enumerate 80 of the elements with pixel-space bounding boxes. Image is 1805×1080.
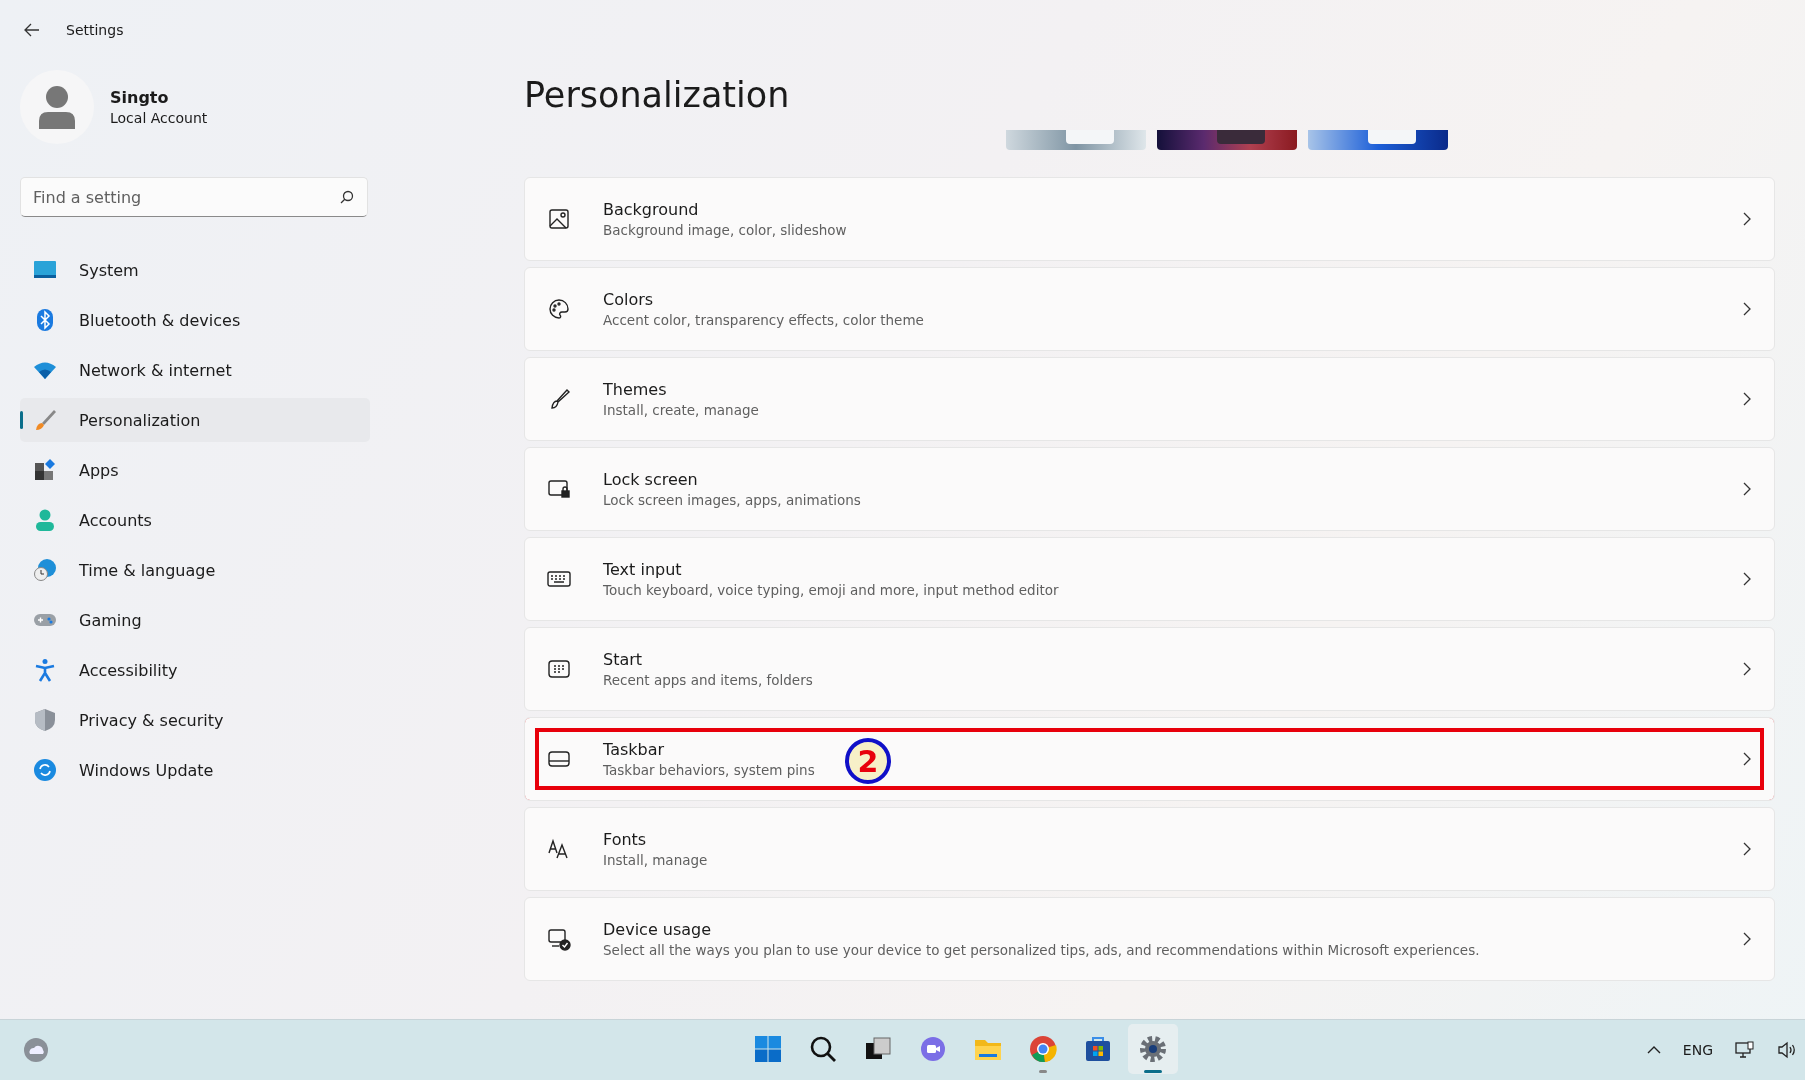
theme-preview[interactable] — [1308, 130, 1448, 150]
account-name: Singto — [110, 88, 170, 107]
fonts-icon — [547, 837, 571, 861]
chevron-icon — [1742, 842, 1752, 856]
weather-icon[interactable] — [22, 1036, 50, 1064]
sidebar-item[interactable]: Privacy & security — [20, 698, 370, 742]
account-type: Local Account — [110, 110, 208, 126]
settings-row[interactable]: Text input Touch keyboard, voice typing, emoji and more, input method editor — [524, 537, 1775, 621]
setting-description: Install, manage — [603, 852, 708, 868]
chevron-icon — [1742, 212, 1752, 226]
lock-icon — [547, 477, 571, 501]
setting-title: Background — [603, 200, 699, 219]
annotation-badge: 2 — [845, 738, 891, 784]
four-squares-icon — [753, 1034, 783, 1064]
search-icon — [808, 1034, 838, 1064]
window-title: Settings — [66, 22, 124, 38]
setting-title: Taskbar — [603, 740, 665, 759]
chevron-icon — [1742, 392, 1752, 406]
device-icon — [547, 927, 571, 951]
setting-description: Install, create, manage — [603, 402, 759, 418]
language-indicator[interactable]: ENG — [1682, 1042, 1713, 1058]
start-icon — [547, 657, 571, 681]
settings-row[interactable]: Start Recent apps and items, folders — [524, 627, 1775, 711]
image-icon — [547, 207, 571, 231]
browser-icon — [1028, 1034, 1058, 1064]
settings-row[interactable]: Taskbar Taskbar behaviors, system pins 2 — [524, 717, 1775, 801]
setting-description: Taskbar behaviors, system pins — [603, 762, 815, 778]
setting-title: Text input — [603, 560, 682, 579]
volume-icon[interactable] — [1777, 1041, 1797, 1059]
settings-row[interactable]: Background Background image, color, slideshow — [524, 177, 1775, 261]
setting-description: Select all the ways you plan to use your device to get personalized tips, ads, and recommendations within Microsoft experiences. — [603, 942, 1480, 958]
time-icon — [33, 558, 57, 582]
sidebar-item[interactable]: Personalization — [20, 398, 370, 442]
palette-icon — [547, 297, 571, 321]
sidebar-item[interactable]: Gaming — [20, 598, 370, 642]
sidebar-item[interactable]: Accounts — [20, 498, 370, 542]
settings-row[interactable]: Lock screen Lock screen images, apps, animations — [524, 447, 1775, 531]
accessibility-icon — [33, 658, 57, 682]
sidebar-item[interactable]: System — [20, 248, 370, 292]
setting-title: Colors — [603, 290, 654, 309]
settings-row[interactable]: Device usage Select all the ways you plan to use your device to get personalized tips, ads, and recommendations within Microsoft experiences. — [524, 897, 1775, 981]
setting-title: Lock screen — [603, 470, 698, 489]
setting-title: Themes — [603, 380, 667, 399]
chevron-icon — [1742, 572, 1752, 586]
network-icon[interactable] — [1735, 1041, 1755, 1059]
settings-taskbar-button[interactable] — [1128, 1024, 1178, 1074]
setting-title: Fonts — [603, 830, 647, 849]
settings-icon — [1138, 1034, 1168, 1064]
settings-row[interactable]: Fonts Install, manage — [524, 807, 1775, 891]
chevron-icon — [1742, 662, 1752, 676]
brush-icon — [33, 408, 57, 432]
sidebar-item[interactable]: Time & language — [20, 548, 370, 592]
sidebar-item[interactable]: Windows Update — [20, 748, 370, 792]
accounts-icon — [33, 508, 57, 532]
settings-row[interactable]: Colors Accent color, transparency effects, color theme — [524, 267, 1775, 351]
page-title: Personalization — [524, 74, 791, 116]
search-field[interactable]: Find a setting — [20, 177, 368, 217]
sidebar-item[interactable]: Apps — [20, 448, 370, 492]
chevron-icon — [1742, 752, 1752, 766]
chevron-icon — [1742, 482, 1752, 496]
sidebar-item[interactable]: Bluetooth & devices — [20, 298, 370, 342]
chevron-icon — [1742, 932, 1752, 946]
setting-title: Device usage — [603, 920, 712, 939]
setting-title: Start — [603, 650, 643, 669]
setting-description: Lock screen images, apps, animations — [603, 492, 861, 508]
privacy-icon — [33, 708, 57, 732]
sidebar-item[interactable]: Accessibility — [20, 648, 370, 692]
setting-description: Recent apps and items, folders — [603, 672, 813, 688]
chevron-icon — [1742, 302, 1752, 316]
chevron-up-icon[interactable] — [1646, 1045, 1661, 1055]
update-icon — [33, 758, 57, 782]
search-icon — [340, 190, 354, 204]
apps-icon — [33, 458, 57, 482]
setting-description: Accent color, transparency effects, color theme — [603, 312, 924, 328]
setting-description: Touch keyboard, voice typing, emoji and more, input method editor — [603, 582, 1059, 598]
settings-row[interactable]: Themes Install, create, manage — [524, 357, 1775, 441]
video-camera-icon — [918, 1034, 948, 1064]
sidebar-item[interactable]: Network & internet — [20, 348, 370, 392]
shopping-bag-icon — [1083, 1034, 1113, 1064]
setting-description: Background image, color, slideshow — [603, 222, 847, 238]
